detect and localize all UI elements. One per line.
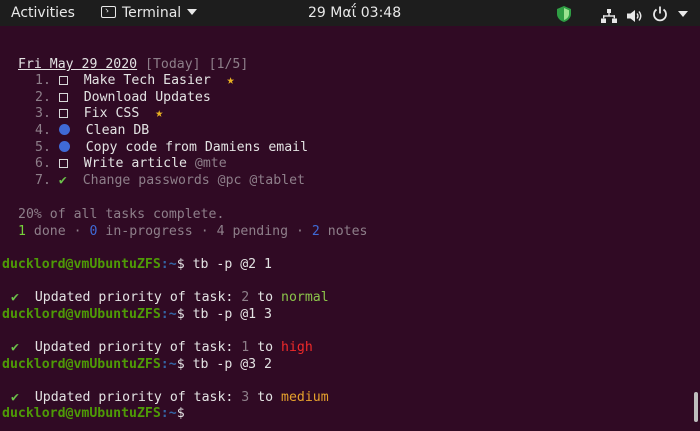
task-item: 1. Make Tech Easier ★ — [35, 73, 235, 88]
priority-level: medium — [281, 390, 329, 405]
prompt-user: ducklord@vmUbuntuZFS — [2, 307, 161, 322]
desktop-screen: Activities Terminal 29 Μαΐ 03:48 Fri May… — [0, 0, 700, 431]
prompt-user: ducklord@vmUbuntuZFS — [2, 357, 161, 372]
checkbox-icon — [58, 159, 68, 168]
power-icon[interactable] — [652, 5, 668, 22]
system-menu-chevron-icon[interactable] — [678, 11, 688, 17]
prompt-path: :~ — [160, 307, 177, 322]
top-bar: Activities Terminal 29 Μαΐ 03:48 — [0, 0, 700, 26]
task-tag: @mte — [194, 156, 227, 171]
check-icon: ✔ — [11, 290, 19, 305]
board-today-tag: [Today] — [145, 57, 201, 72]
command-text: tb -p @2 1 — [192, 257, 272, 272]
command-output: ✔ Updated priority of task: 1 to high — [11, 340, 313, 355]
star-icon: ★ — [226, 73, 235, 88]
prompt-user: ducklord@vmUbuntuZFS — [2, 257, 161, 272]
task-item: 2. Download Updates — [35, 90, 211, 105]
checkbox-icon — [58, 76, 68, 85]
task-item: 5. Copy code from Damiens email — [35, 140, 309, 155]
star-icon: ★ — [155, 106, 164, 121]
completion-summary: 20% of all tasks complete. — [18, 207, 225, 222]
volume-icon[interactable] — [627, 6, 643, 22]
app-menu-label: Terminal — [122, 5, 182, 21]
task-item: 3. Fix CSS ★ — [35, 106, 164, 121]
checkbox-icon — [58, 109, 68, 118]
command-output: ✔ Updated priority of task: 2 to normal — [11, 290, 329, 305]
prompt-symbol: $ — [176, 257, 185, 272]
network-icon[interactable] — [601, 6, 617, 23]
task-item: 7. ✔ Change passwords @pc @tablet — [35, 173, 305, 188]
shield-icon[interactable] — [557, 5, 571, 22]
chevron-down-icon — [187, 9, 198, 15]
prompt-symbol: $ — [176, 307, 185, 322]
command-output: ✔ Updated priority of task: 3 to medium — [11, 390, 329, 405]
board-header: Fri May 29 2020 [Today] [1/5] — [18, 56, 248, 73]
activities-button[interactable]: Activities — [11, 0, 75, 26]
app-menu-button[interactable]: Terminal — [101, 0, 198, 26]
prompt-symbol: $ — [176, 406, 185, 421]
prompt-line: ducklord@vmUbuntuZFS:~$ tb -p @3 2 — [2, 356, 272, 373]
clock-button[interactable]: 29 Μαΐ 03:48 — [308, 0, 401, 26]
board-count: [1/5] — [208, 57, 249, 72]
terminal-scrollbar[interactable] — [694, 392, 698, 422]
in-progress-dot-icon — [58, 124, 70, 135]
terminal-output[interactable]: Fri May 29 2020 [Today] [1/5] 1. Make Te… — [0, 26, 700, 431]
prompt-path: :~ — [160, 357, 177, 372]
in-progress-dot-icon — [58, 141, 70, 152]
task-item: 4. Clean DB — [35, 123, 150, 138]
checkbox-icon — [58, 93, 68, 102]
prompt-line: ducklord@vmUbuntuZFS:~$ tb -p @2 1 — [2, 256, 272, 273]
command-text: tb -p @3 2 — [192, 357, 272, 372]
check-icon: ✔ — [11, 340, 19, 355]
task-item: 6. Write article @mte — [35, 156, 227, 171]
prompt-line: ducklord@vmUbuntuZFS:~$ tb -p @1 3 — [2, 306, 272, 323]
priority-level: normal — [281, 290, 329, 305]
prompt-path: :~ — [160, 406, 177, 421]
check-icon: ✔ — [11, 390, 19, 405]
command-text: tb -p @1 3 — [192, 307, 272, 322]
priority-level: high — [281, 340, 313, 355]
prompt-user: ducklord@vmUbuntuZFS — [2, 406, 161, 421]
prompt-symbol: $ — [176, 357, 185, 372]
terminal-icon — [101, 6, 116, 18]
prompt-path: :~ — [160, 257, 177, 272]
check-icon: ✔ — [58, 173, 67, 188]
prompt-line[interactable]: ducklord@vmUbuntuZFS:~$ — [2, 405, 185, 422]
board-date: Fri May 29 2020 — [18, 57, 138, 72]
status-counts: 1 done · 0 in-progress · 4 pending · 2 n… — [18, 224, 368, 239]
